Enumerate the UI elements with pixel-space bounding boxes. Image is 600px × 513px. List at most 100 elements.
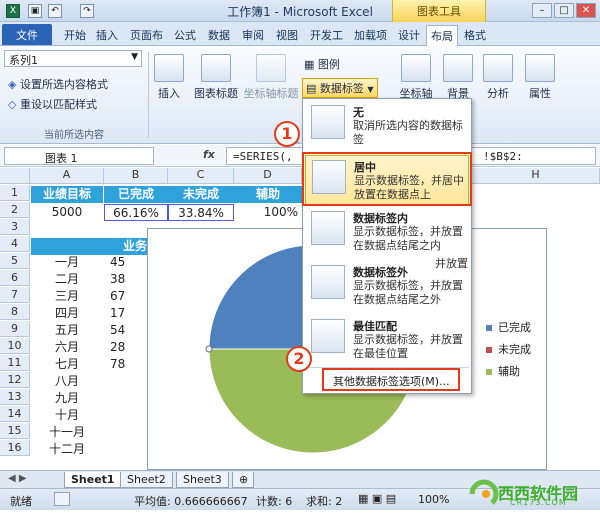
maximize-icon[interactable]: □ <box>554 3 574 18</box>
outside-end-labels-icon <box>311 265 345 299</box>
row-header[interactable]: 14 <box>0 406 30 422</box>
data-labels-button[interactable]: ▤ 数据标签 ▼ <box>302 78 378 98</box>
insert-button[interactable]: 插入 <box>152 54 186 101</box>
table-cell[interactable]: 100% <box>234 204 302 221</box>
tab-layout[interactable]: 布局 <box>426 25 458 46</box>
row-header[interactable]: 10 <box>0 338 30 354</box>
month-cell[interactable]: 七月 <box>31 356 103 373</box>
month-value-cell[interactable]: 78 <box>104 356 148 373</box>
row-header[interactable]: 15 <box>0 423 30 439</box>
chart-title-button[interactable]: 图表标题 <box>192 54 240 101</box>
row-header[interactable]: 2 <box>0 202 30 218</box>
table-cell[interactable]: 33.84% <box>168 204 234 221</box>
view-buttons[interactable]: ▦ ▣ ▤ <box>358 492 396 505</box>
legend-button[interactable]: ▦ 图例 <box>304 56 340 72</box>
chart-legend[interactable]: 已完成 未完成 辅助 <box>486 319 531 385</box>
format-selection-button[interactable]: ◈ 设置所选内容格式 <box>8 76 108 92</box>
close-icon[interactable]: ✕ <box>576 3 596 18</box>
row-header[interactable]: 4 <box>0 236 30 252</box>
column-header[interactable]: D <box>234 168 302 184</box>
menu-item-none[interactable]: 无取消所选内容的数据标签 <box>305 101 469 151</box>
analysis-label: 分析 <box>487 87 509 100</box>
column-header[interactable]: A <box>30 168 104 184</box>
table-header-cell[interactable]: 已完成 <box>104 186 168 203</box>
tab-design[interactable]: 设计 <box>394 25 424 45</box>
row-header[interactable]: 8 <box>0 304 30 320</box>
sheet-tab[interactable]: Sheet3 <box>176 472 229 488</box>
row-header[interactable]: 9 <box>0 321 30 337</box>
month-value-cell[interactable]: 45 <box>104 254 148 271</box>
tab-insert[interactable]: 插入 <box>92 25 122 45</box>
section-header-cell[interactable]: 业务 <box>31 238 149 255</box>
tab-view[interactable]: 视图 <box>272 25 302 45</box>
month-cell[interactable]: 十二月 <box>31 441 103 458</box>
save-icon[interactable]: ▣ <box>28 4 42 18</box>
tab-developer[interactable]: 开发工 <box>306 25 347 45</box>
month-value-cell[interactable]: 17 <box>104 305 148 322</box>
select-all-corner[interactable] <box>0 168 30 184</box>
analysis-button[interactable]: 分析 <box>480 54 516 101</box>
axes-button[interactable]: 坐标轴 <box>396 54 436 101</box>
row-header[interactable]: 3 <box>0 219 30 235</box>
background-button[interactable]: 背景 <box>442 54 474 101</box>
row-header[interactable]: 1 <box>0 185 30 201</box>
properties-button[interactable]: 属性 <box>522 54 558 101</box>
selection-handle[interactable] <box>205 345 213 353</box>
month-value-cell[interactable]: 28 <box>104 339 148 356</box>
macro-record-icon[interactable] <box>54 492 70 506</box>
month-cell[interactable]: 六月 <box>31 339 103 356</box>
month-value-cell[interactable]: 38 <box>104 271 148 288</box>
month-cell[interactable]: 十月 <box>31 407 103 424</box>
row-header[interactable]: 11 <box>0 355 30 371</box>
column-header[interactable]: C <box>168 168 234 184</box>
month-cell[interactable]: 二月 <box>31 271 103 288</box>
sheet-nav-icon[interactable]: ◀ ▶ <box>8 473 27 484</box>
menu-item-inside-end[interactable]: 数据标签内 显示数据标签，并放置在数据点结尾之内 <box>305 207 469 257</box>
table-cell[interactable]: 5000 <box>31 204 103 221</box>
table-cell[interactable]: 66.16% <box>104 204 168 221</box>
undo-icon[interactable]: ↶ <box>48 4 62 18</box>
name-box[interactable]: 图表 1 <box>4 147 154 165</box>
sheet-tab[interactable]: Sheet2 <box>120 472 173 488</box>
tab-addins[interactable]: 加载项 <box>350 25 391 45</box>
table-header-cell[interactable]: 辅助 <box>234 186 302 203</box>
month-cell[interactable]: 一月 <box>31 254 103 271</box>
status-zoom[interactable]: 100% <box>418 493 449 506</box>
row-header[interactable]: 16 <box>0 440 30 456</box>
column-header[interactable]: B <box>104 168 168 184</box>
reset-style-button[interactable]: ◇ 重设以匹配样式 <box>8 96 97 112</box>
minimize-icon[interactable]: – <box>532 3 552 18</box>
row-header[interactable]: 5 <box>0 253 30 269</box>
row-header[interactable]: 7 <box>0 287 30 303</box>
pie-slice-completed[interactable] <box>208 244 314 350</box>
chart-element-select[interactable]: 系列1 ▼ <box>4 50 142 67</box>
tab-formulas[interactable]: 公式 <box>170 25 200 45</box>
month-cell[interactable]: 三月 <box>31 288 103 305</box>
tab-data[interactable]: 数据 <box>204 25 234 45</box>
row-header[interactable]: 6 <box>0 270 30 286</box>
tab-page-layout[interactable]: 页面布 <box>126 25 167 45</box>
month-cell[interactable]: 四月 <box>31 305 103 322</box>
tab-format[interactable]: 格式 <box>460 25 490 45</box>
row-header[interactable]: 12 <box>0 372 30 388</box>
month-cell[interactable]: 九月 <box>31 390 103 407</box>
chevron-down-icon: ▼ <box>131 52 138 62</box>
insert-sheet-icon[interactable]: ⊕ <box>232 472 254 488</box>
table-header-cell[interactable]: 业绩目标 <box>31 186 103 203</box>
month-value-cell[interactable]: 54 <box>104 322 148 339</box>
month-cell[interactable]: 八月 <box>31 373 103 390</box>
month-value-cell[interactable]: 67 <box>104 288 148 305</box>
axis-title-button[interactable]: 坐标轴标题 <box>242 54 300 101</box>
row-header[interactable]: 13 <box>0 389 30 405</box>
table-header-cell[interactable]: 未完成 <box>168 186 234 203</box>
tab-file[interactable]: 文件 <box>2 24 52 45</box>
month-cell[interactable]: 五月 <box>31 322 103 339</box>
month-cell[interactable]: 十一月 <box>31 424 103 441</box>
sheet-tab[interactable]: Sheet1 <box>64 472 122 488</box>
redo-icon[interactable]: ↷ <box>80 4 94 18</box>
menu-item-best-fit[interactable]: 最佳匹配 显示数据标签，并放置在最佳位置 <box>305 315 469 365</box>
column-header[interactable]: H <box>472 168 600 184</box>
fx-icon[interactable]: fx <box>203 148 215 161</box>
tab-review[interactable]: 审阅 <box>238 25 268 45</box>
tab-home[interactable]: 开始 <box>60 25 90 45</box>
